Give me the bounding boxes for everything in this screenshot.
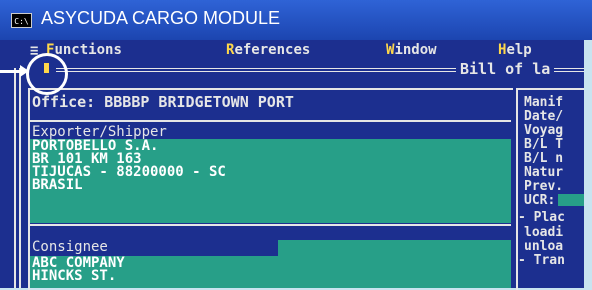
menu-label: eferences bbox=[234, 42, 311, 58]
menu-window[interactable]: Window bbox=[386, 42, 437, 58]
menu-label: elp bbox=[506, 42, 532, 58]
side-label: - Tran bbox=[518, 253, 565, 268]
side-label: Natur bbox=[524, 165, 564, 180]
side-label: Prev. bbox=[524, 179, 564, 194]
annotation-arrow bbox=[0, 70, 22, 73]
side-label: B/L n bbox=[524, 151, 564, 166]
form-title: Bill of la bbox=[456, 60, 555, 78]
menu-label: unctions bbox=[54, 42, 122, 58]
office-field: Office: BBBBP BRIDGETOWN PORT bbox=[32, 93, 294, 111]
ucr-field[interactable] bbox=[558, 194, 584, 206]
exporter-line: BRASIL bbox=[32, 177, 83, 193]
side-label: Manif bbox=[524, 95, 564, 110]
menu-help[interactable]: Help bbox=[498, 42, 532, 58]
divider bbox=[30, 120, 511, 122]
menu-references[interactable]: References bbox=[226, 42, 310, 58]
menu-label: indow bbox=[394, 42, 437, 58]
annotation-circle bbox=[26, 53, 68, 95]
side-label: Date/ bbox=[524, 109, 564, 124]
window-title: ASYCUDA CARGO MODULE bbox=[41, 8, 281, 28]
divider bbox=[30, 224, 511, 226]
side-label: - Plac bbox=[518, 210, 565, 225]
side-label: UCR: bbox=[524, 193, 556, 208]
consignee-code-field[interactable] bbox=[278, 240, 511, 256]
consignee-label: Consignee bbox=[32, 239, 108, 255]
side-label: B/L T bbox=[524, 137, 564, 152]
frame-line bbox=[19, 68, 21, 288]
consignee-line: HINCKS ST. bbox=[32, 268, 117, 284]
frame-line bbox=[14, 68, 16, 288]
window-border bbox=[584, 40, 592, 288]
side-label: unloa bbox=[524, 239, 564, 254]
side-label: loadi bbox=[524, 225, 564, 240]
console-app-icon[interactable]: C:\ bbox=[11, 13, 32, 28]
menu-bar: ≡ Functions References Window Help bbox=[0, 42, 584, 59]
window-title-bar[interactable]: C:\ ASYCUDA CARGO MODULE bbox=[0, 0, 592, 40]
side-label: Voyag bbox=[524, 123, 564, 138]
